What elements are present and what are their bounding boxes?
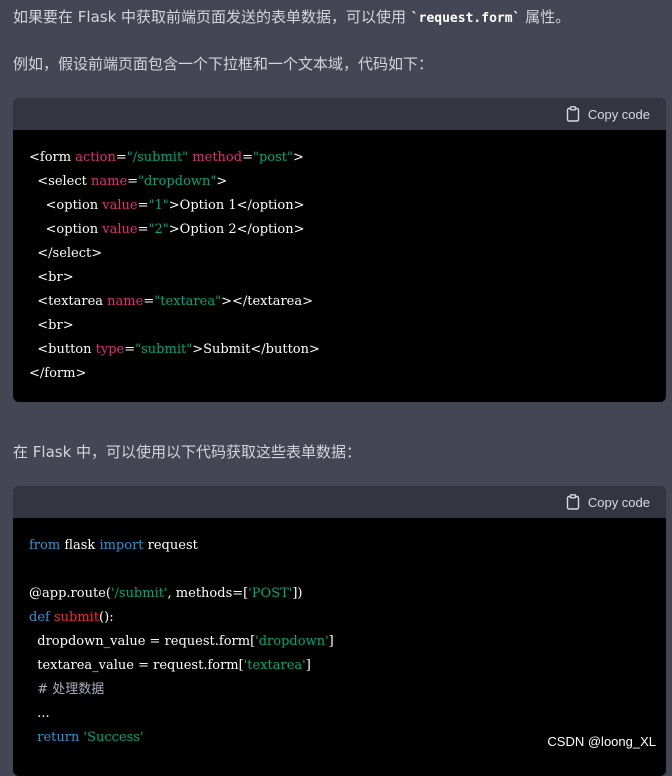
code-token: >Submit</button> xyxy=(192,342,320,357)
code-line: <option value="1">Option 1</option> xyxy=(29,194,650,218)
code-token: </select> xyxy=(29,246,103,261)
code-line: from flask import request xyxy=(29,534,650,558)
code-token: = xyxy=(137,198,149,213)
code-token: = xyxy=(242,150,253,165)
code-token: = xyxy=(127,174,139,189)
code-token: "2" xyxy=(148,222,169,237)
code-token: 'dropdown' xyxy=(255,634,329,649)
code-line: # 处理数据 xyxy=(29,678,650,702)
paragraph-flask: 在 Flask 中，可以使用以下代码获取这些表单数据： xyxy=(13,443,362,461)
code-line: <br> xyxy=(29,314,650,338)
code-token: ></textarea> xyxy=(221,294,314,309)
code-token: <br> xyxy=(29,270,74,285)
code-token: name xyxy=(91,174,128,189)
code-token: >Option 2</option> xyxy=(168,222,305,237)
code-token: > xyxy=(293,150,304,165)
code-token: ... xyxy=(29,706,50,721)
code-token: 'textarea' xyxy=(243,658,306,673)
code-token: = xyxy=(143,294,155,309)
code-token: >Option 1</option> xyxy=(168,198,305,213)
code-token: ] xyxy=(305,658,311,673)
code-token: "submit" xyxy=(135,342,193,357)
code-line: <form action="/submit" method="post"> xyxy=(29,146,650,170)
code-line: <option value="2">Option 2</option> xyxy=(29,218,650,242)
code-line: <br> xyxy=(29,266,650,290)
clipboard-icon xyxy=(566,494,580,510)
paragraph-example: 例如，假设前端页面包含一个下拉框和一个文本域，代码如下： xyxy=(13,55,434,73)
code-token: 'Success' xyxy=(83,730,144,745)
code-line: <textarea name="textarea"></textarea> xyxy=(29,290,650,314)
code-token: import xyxy=(99,538,144,553)
code-token: > xyxy=(216,174,228,189)
code-token: name xyxy=(107,294,144,309)
code-token: (): xyxy=(99,610,114,625)
code-token: = xyxy=(137,222,149,237)
copy-code-label: Copy code xyxy=(587,106,650,122)
paragraph-intro-text: 如果要在 Flask 中获取前端页面发送的表单数据，可以使用 xyxy=(13,8,411,26)
code-token: method xyxy=(192,150,243,165)
code-content-html: <form action="/submit" method="post"> <s… xyxy=(13,130,666,386)
code-token: # 处理数据 xyxy=(29,682,105,697)
code-token: <select xyxy=(29,174,92,189)
code-token: "textarea" xyxy=(154,294,222,309)
code-token: 'POST' xyxy=(248,586,293,601)
code-line: textarea_value = request.form['textarea'… xyxy=(29,654,650,678)
code-token: ] xyxy=(328,634,334,649)
watermark: CSDN @loong_XL xyxy=(547,734,656,749)
code-token: "post" xyxy=(252,150,293,165)
code-token: <option xyxy=(29,198,103,213)
code-token: def xyxy=(29,610,50,625)
code-token: ]) xyxy=(292,586,303,601)
code-block-header: Copy code xyxy=(13,98,666,130)
code-line: dropdown_value = request.form['dropdown'… xyxy=(29,630,650,654)
paragraph-intro-tail: 属性。 xyxy=(520,8,571,26)
code-token: "/submit" xyxy=(126,150,189,165)
code-token: <button xyxy=(29,342,96,357)
code-line: </form> xyxy=(29,362,650,386)
code-line: ... xyxy=(29,702,650,726)
code-content-python: from flask import request @app.route('/su… xyxy=(13,518,666,750)
code-line: </select> xyxy=(29,242,650,266)
code-token: = xyxy=(115,150,127,165)
copy-code-button[interactable]: Copy code xyxy=(566,494,650,510)
inline-code-request-form: `request.form` xyxy=(410,11,521,26)
code-line: @app.route('/submit', methods=['POST']) xyxy=(29,582,650,606)
copy-code-button[interactable]: Copy code xyxy=(566,106,650,122)
code-token: request xyxy=(143,538,198,553)
code-token: , methods=[ xyxy=(167,586,249,601)
code-token: dropdown_value = request.form[ xyxy=(29,634,256,649)
code-token: @app.route( xyxy=(29,586,111,601)
code-token: action xyxy=(75,150,116,165)
code-block-html: Copy code <form action="/submit" method=… xyxy=(13,98,666,402)
code-token: '/submit' xyxy=(110,586,168,601)
code-token: type xyxy=(95,342,125,357)
copy-code-label: Copy code xyxy=(587,494,650,510)
code-token: = xyxy=(124,342,136,357)
code-token: return xyxy=(37,730,80,745)
clipboard-icon xyxy=(566,106,580,122)
code-token: <form xyxy=(29,150,76,165)
code-block-python: Copy code from flask import request @app.… xyxy=(13,486,666,776)
paragraph-intro: 如果要在 Flask 中获取前端页面发送的表单数据，可以使用 `request.… xyxy=(13,6,570,30)
code-token: flask xyxy=(60,538,100,553)
code-line: def submit(): xyxy=(29,606,650,630)
code-token: value xyxy=(102,222,138,237)
code-token: "dropdown" xyxy=(138,174,217,189)
code-line: <select name="dropdown"> xyxy=(29,170,650,194)
code-line: <button type="submit">Submit</button> xyxy=(29,338,650,362)
code-block-header: Copy code xyxy=(13,486,666,518)
code-token: textarea_value = request.form[ xyxy=(29,658,244,673)
code-token: <textarea xyxy=(29,294,108,309)
code-token: </form> xyxy=(29,366,87,381)
code-token: from xyxy=(29,538,61,553)
code-token: value xyxy=(102,198,138,213)
code-token: submit xyxy=(53,610,100,625)
code-token: <option xyxy=(29,222,103,237)
code-token: <br> xyxy=(29,318,74,333)
code-token: "1" xyxy=(148,198,169,213)
